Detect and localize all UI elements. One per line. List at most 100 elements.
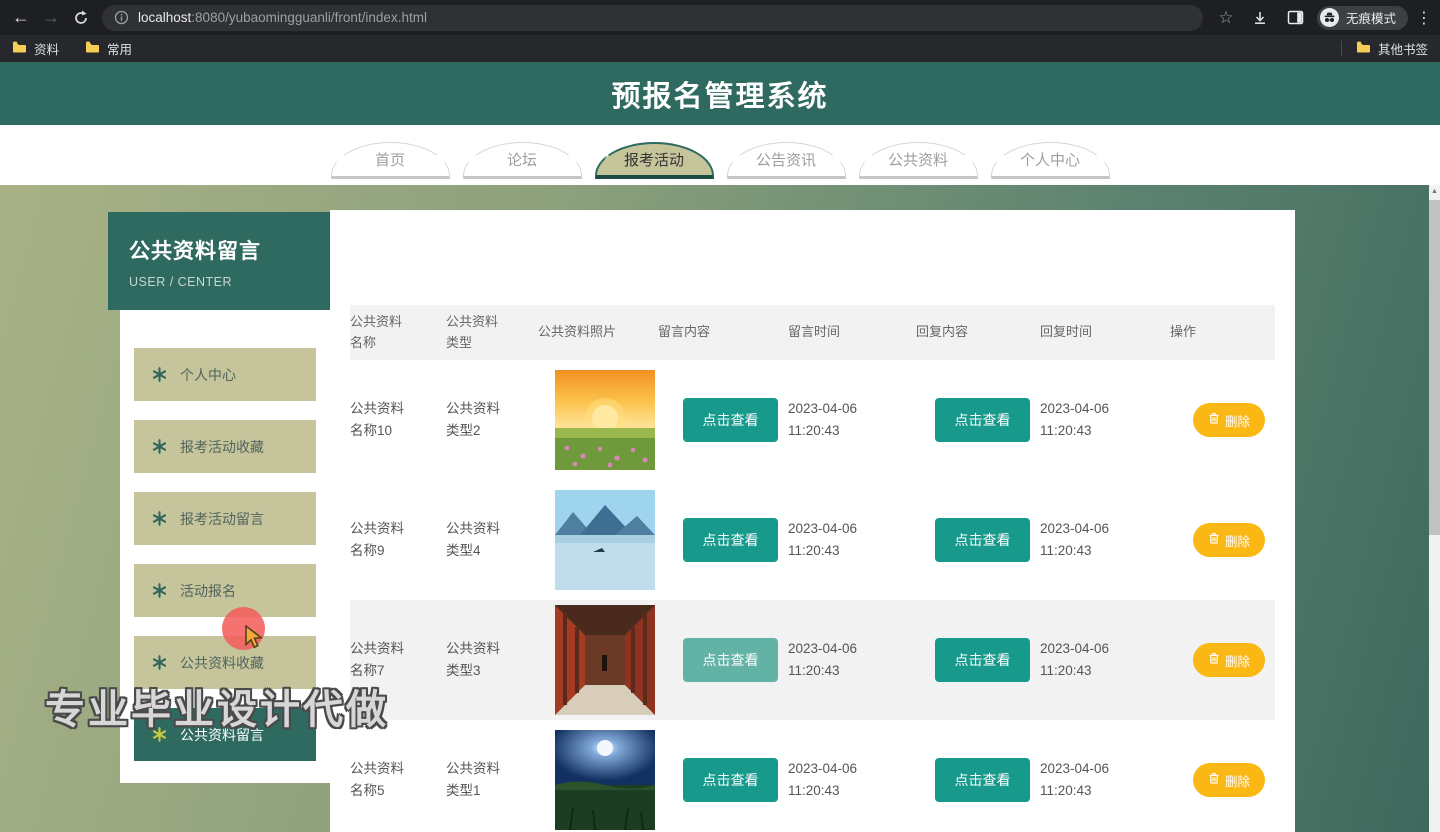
asterisk-icon <box>152 439 167 454</box>
column-header-0: 公共资料 名称 <box>350 314 403 350</box>
message-time: 2023-04-06 11:20:43 <box>788 520 858 558</box>
sidebar-item-label: 报考活动收藏 <box>180 438 264 455</box>
lake-mountains-photo <box>555 490 655 590</box>
resource-type: 公共资料 类型4 <box>446 520 500 558</box>
view-reply-button[interactable]: 点击查看 <box>935 398 1030 442</box>
delete-button-label: 删除 <box>1224 654 1250 669</box>
delete-button-label: 删除 <box>1224 414 1250 429</box>
watermark-text: 专业毕业设计代做 <box>45 688 389 732</box>
view-reply-button[interactable]: 点击查看 <box>935 518 1030 562</box>
tab-1[interactable]: 论坛 <box>462 142 582 179</box>
sidebar-item-1[interactable]: 报考活动收藏 <box>134 420 316 473</box>
reply-cell: 点击查看 <box>916 518 1040 562</box>
resource-name: 公共资料 名称9 <box>350 520 404 558</box>
asterisk-icon <box>152 655 167 670</box>
asterisk-icon <box>152 583 167 598</box>
tab-3[interactable]: 公告资讯 <box>726 142 846 179</box>
page-title: 预报名管理系统 <box>611 80 829 113</box>
view-message-button[interactable]: 点击查看 <box>683 638 778 682</box>
tab-5[interactable]: 个人中心 <box>990 142 1110 179</box>
delete-button[interactable]: 删除 <box>1193 403 1265 437</box>
message-cell: 点击查看 <box>658 758 788 802</box>
resource-type: 公共资料 类型2 <box>446 400 500 438</box>
photo-cell <box>538 730 658 830</box>
view-reply-button[interactable]: 点击查看 <box>935 758 1030 802</box>
main-nav: 首页 论坛 报考活动 公告资讯 公共资料 个人中心 <box>0 125 1440 185</box>
red-corridor-photo <box>555 605 655 715</box>
photo-cell <box>538 490 658 590</box>
download-icon[interactable] <box>1245 3 1275 33</box>
table-row: 公共资料 名称10 公共资料 类型2 点击查看 2023-04-06 11:20:43… <box>350 360 1275 480</box>
resource-type: 公共资料 类型1 <box>446 760 500 798</box>
column-header-2: 公共资料照片 <box>538 324 617 340</box>
sunset-meadow-photo <box>555 370 655 470</box>
browser-menu-icon[interactable]: ⋮ <box>1414 8 1434 28</box>
column-header-6: 回复时间 <box>1040 324 1093 340</box>
folder-icon <box>85 41 100 56</box>
sidebar-item-2[interactable]: 报考活动留言 <box>134 492 316 545</box>
trash-icon <box>1208 652 1220 668</box>
tab-label: 首页 <box>374 152 405 169</box>
view-message-button[interactable]: 点击查看 <box>683 518 778 562</box>
content-area: 公共资料 名称 公共资料 类型 公共资料照片 留言内容 留言时间 回复内容 回复时间 操作 公… <box>0 185 1440 832</box>
tab-label: 论坛 <box>506 152 537 169</box>
actions-cell: 删除 <box>1170 523 1275 557</box>
asterisk-icon <box>152 511 167 526</box>
message-time: 2023-04-06 11:20:43 <box>788 400 858 438</box>
reply-cell: 点击查看 <box>916 638 1040 682</box>
app-header: 预报名管理系统 <box>0 62 1440 125</box>
delete-button[interactable]: 删除 <box>1193 643 1265 677</box>
asterisk-icon <box>152 367 167 382</box>
url-text: localhost:8080/yubaomingguanli/front/ind… <box>138 10 427 25</box>
view-reply-button[interactable]: 点击查看 <box>935 638 1030 682</box>
main-panel: 公共资料 名称 公共资料 类型 公共资料照片 留言内容 留言时间 回复内容 回复时间 操作 公… <box>330 210 1295 832</box>
bookmarks-bar: 资料 常用 其他书签 <box>0 35 1440 62</box>
tab-label: 报考活动 <box>623 152 684 169</box>
reload-icon[interactable] <box>66 3 96 33</box>
table-header: 公共资料 名称 公共资料 类型 公共资料照片 留言内容 留言时间 回复内容 回复时间 操作 <box>350 305 1275 360</box>
site-info-icon[interactable] <box>114 10 129 25</box>
view-message-button[interactable]: 点击查看 <box>683 398 778 442</box>
tab-4[interactable]: 公共资料 <box>858 142 978 179</box>
tab-0[interactable]: 首页 <box>330 142 450 179</box>
delete-button[interactable]: 删除 <box>1193 763 1265 797</box>
scroll-up-icon[interactable]: ▲ <box>1429 185 1440 198</box>
tab-2[interactable]: 报考活动 <box>594 142 714 179</box>
delete-button[interactable]: 删除 <box>1193 523 1265 557</box>
other-bookmarks[interactable]: 其他书签 <box>1356 39 1428 58</box>
reply-cell: 点击查看 <box>916 398 1040 442</box>
message-time: 2023-04-06 11:20:43 <box>788 760 858 798</box>
message-cell: 点击查看 <box>658 638 788 682</box>
sidebar-item-label: 报考活动留言 <box>180 510 264 527</box>
url-bar[interactable]: localhost:8080/yubaomingguanli/front/ind… <box>102 4 1203 31</box>
forward-icon[interactable]: → <box>36 3 66 33</box>
incognito-icon <box>1319 8 1339 27</box>
scrollbar-thumb[interactable] <box>1429 200 1440 535</box>
reply-time: 2023-04-06 11:20:43 <box>1040 400 1110 438</box>
scrollbar-track[interactable]: ▲ <box>1429 185 1440 832</box>
sidebar-item-label: 公共资料收藏 <box>180 654 264 671</box>
browser-toolbar: ← → localhost:8080/yubaomingguanli/front… <box>0 0 1440 62</box>
bookmark-star-icon[interactable]: ☆ <box>1213 8 1239 28</box>
resource-name: 公共资料 名称10 <box>350 400 404 438</box>
delete-button-label: 删除 <box>1224 534 1250 549</box>
sidebar-item-0[interactable]: 个人中心 <box>134 348 316 401</box>
incognito-badge: 无痕模式 <box>1316 5 1408 30</box>
message-cell: 点击查看 <box>658 518 788 562</box>
delete-button-label: 删除 <box>1224 774 1250 789</box>
view-message-button[interactable]: 点击查看 <box>683 758 778 802</box>
resource-type: 公共资料 类型3 <box>446 640 500 678</box>
side-panel-icon[interactable] <box>1281 3 1311 33</box>
resource-name: 公共资料 名称5 <box>350 760 404 798</box>
sidebar-item-3[interactable]: 活动报名 <box>134 564 316 617</box>
sidebar-title: 公共资料留言 <box>129 240 261 263</box>
reply-cell: 点击查看 <box>916 758 1040 802</box>
trash-icon <box>1208 412 1220 428</box>
bookmark-folder-ziliao[interactable]: 资料 <box>12 39 59 58</box>
table-row: 公共资料 名称5 公共资料 类型1 点击查看 2023-04-06 11:20:43 点… <box>350 720 1275 832</box>
back-icon[interactable]: ← <box>6 3 36 33</box>
bookmark-folder-changyong[interactable]: 常用 <box>85 39 132 58</box>
trash-icon <box>1208 532 1220 548</box>
reply-time: 2023-04-06 11:20:43 <box>1040 640 1110 678</box>
messages-table: 公共资料 名称 公共资料 类型 公共资料照片 留言内容 留言时间 回复内容 回复时间 操作 公… <box>350 305 1275 832</box>
